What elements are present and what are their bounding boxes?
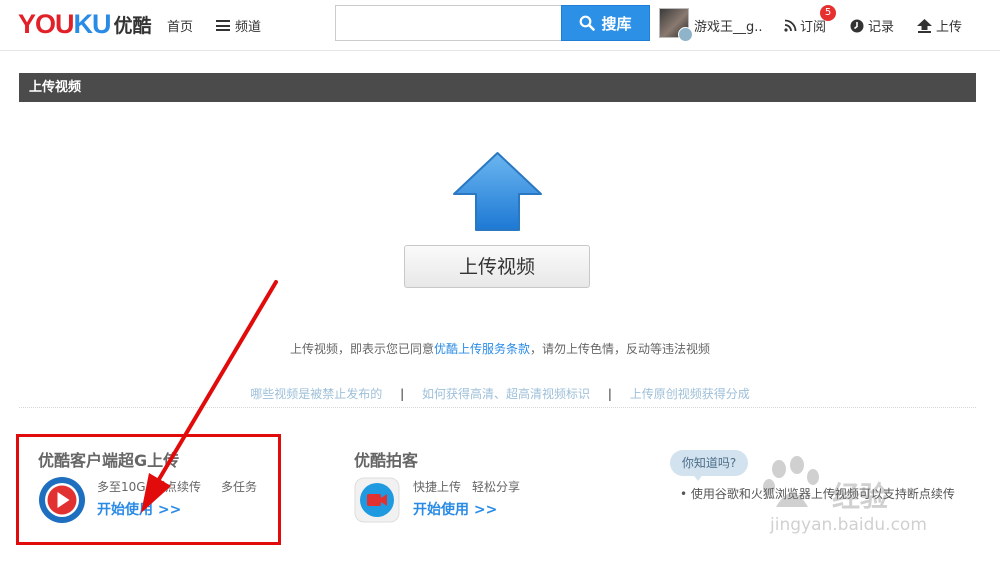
paike-start-link[interactable]: 开始使用 >> xyxy=(413,499,497,519)
upload-arrow-icon[interactable] xyxy=(451,150,544,233)
did-you-know-bubble: 你知道吗? xyxy=(670,450,748,476)
search-input[interactable] xyxy=(336,6,561,40)
section-title-bar: 上传视频 xyxy=(19,73,976,102)
help-links: 哪些视频是被禁止发布的 | 如何获得高清、超高清视频标识 | 上传原创视频获得分… xyxy=(0,385,1000,402)
search-button-label: 搜库 xyxy=(601,14,632,33)
annotation-highlight-box xyxy=(16,434,281,545)
logo-text: YOUKU xyxy=(18,9,112,39)
upload-nav-label: 上传 xyxy=(936,20,963,35)
divider xyxy=(19,407,976,408)
search-button[interactable]: 搜库 xyxy=(561,5,650,41)
search-icon xyxy=(580,15,596,31)
help-link-revenue[interactable]: 上传原创视频获得分成 xyxy=(630,387,750,401)
paw-logo-icon xyxy=(763,456,819,507)
watermark-cn: 经验 xyxy=(832,480,889,513)
avatar-badge-icon xyxy=(678,27,693,42)
nav-home-link[interactable]: 首页 xyxy=(167,16,193,35)
youku-logo[interactable]: YOUKU 优酷 xyxy=(18,9,152,39)
subscribe-count-badge: 5 xyxy=(820,5,836,21)
nav-channel-link[interactable]: 频道 xyxy=(216,16,261,35)
help-link-hd[interactable]: 如何获得高清、超高清视频标识 xyxy=(422,387,590,401)
history-link[interactable]: 记录 xyxy=(850,16,894,35)
upload-video-button[interactable]: 上传视频 xyxy=(404,245,590,288)
baidu-watermark: 经验 jingyan.baidu.com xyxy=(762,455,962,545)
paike-feature: 轻松分享 xyxy=(472,480,521,494)
history-label: 记录 xyxy=(868,20,895,35)
terms-link[interactable]: 优酷上传服务条款 xyxy=(434,342,530,356)
hamburger-icon xyxy=(216,20,230,31)
avatar[interactable] xyxy=(659,8,693,42)
help-link-separator: | xyxy=(400,387,405,401)
notice-prefix: 上传视频，即表示您已同意 xyxy=(289,342,434,356)
upload-nav-link[interactable]: 上传 xyxy=(917,16,962,35)
notice-suffix: ，请勿上传色情，反动等违法视频 xyxy=(530,342,711,356)
help-link-forbidden[interactable]: 哪些视频是被禁止发布的 xyxy=(250,387,382,401)
paike-block-title: 优酷拍客 xyxy=(354,451,419,470)
search-input-box[interactable] xyxy=(335,5,561,41)
watermark-en: jingyan.baidu.com xyxy=(770,515,927,535)
bubble-tail xyxy=(692,473,704,481)
nav-channel-label: 频道 xyxy=(235,20,262,35)
upload-terms-notice: 上传视频，即表示您已同意优酷上传服务条款，请勿上传色情，反动等违法视频 xyxy=(0,340,1000,357)
clock-icon xyxy=(850,19,864,32)
subscribe-link[interactable]: 订阅 xyxy=(784,16,826,35)
video-camera-icon[interactable] xyxy=(354,477,400,523)
upload-arrow-icon xyxy=(917,18,932,33)
paike-feature: 快捷上传 xyxy=(413,480,462,494)
username-link[interactable]: 游戏王__g.. xyxy=(694,16,763,35)
logo-cn-text: 优酷 xyxy=(113,14,152,37)
top-navigation-bar: YOUKU 优酷 首页 频道 搜库 游戏王__g.. 订阅 5 记录 上传 xyxy=(0,0,1000,51)
rss-icon xyxy=(784,19,797,32)
help-link-separator: | xyxy=(607,387,612,401)
